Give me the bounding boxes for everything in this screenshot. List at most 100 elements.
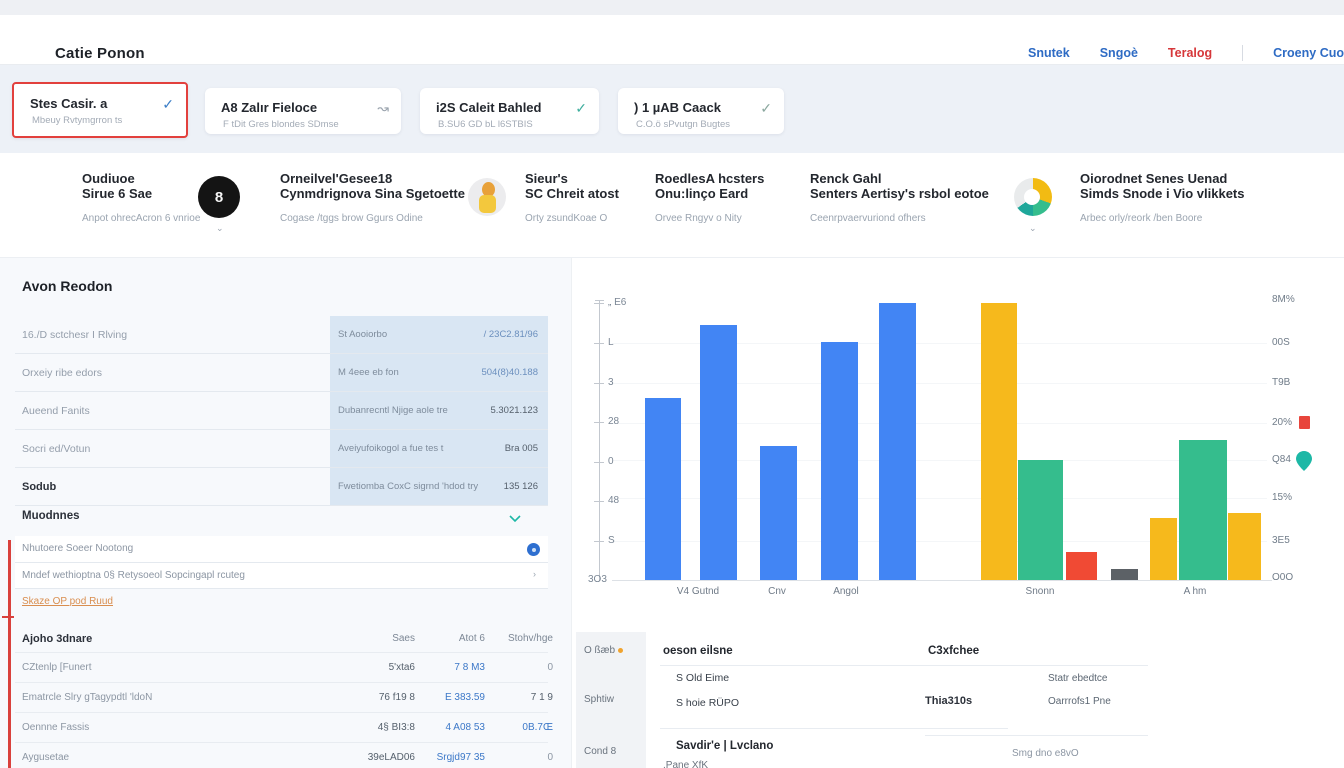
row-value: 504(8)40.188	[481, 354, 538, 392]
data-row-5: Sodub Fwetiomba CoxC sigrnd 'hdod try 13…	[15, 468, 548, 506]
feature-title-2: Senters Aertisy's rsbol eotoe	[810, 186, 989, 201]
chart-bar	[1179, 440, 1227, 580]
x-axis-line	[612, 580, 1272, 581]
feature-title: RoedlesA hcsters	[655, 171, 764, 186]
data-row-3: Aueend Fanits Dubanrecntl Njige aole tre…	[15, 392, 548, 430]
feature-item-3[interactable]: Sieur's SC Chreit atost Orty zsundKoae O	[525, 171, 619, 224]
row-key: Aveiyufoikogol a fue tes t	[338, 430, 443, 468]
nav-link-1[interactable]: Snutek	[1028, 46, 1070, 60]
cell: Aygusetae	[22, 743, 69, 768]
cell: 76 f19 8	[345, 683, 415, 713]
row-value: 135 126	[504, 468, 538, 506]
cell: 0	[495, 653, 553, 683]
feature-subtitle: Orty zsundKoae O	[525, 213, 619, 224]
row-label: Socri ed/Votun	[22, 430, 90, 468]
check-icon: ✓	[575, 100, 587, 117]
nav-divider	[1242, 45, 1243, 61]
bottom-middle-title: oeson eilsne	[663, 645, 733, 657]
chart-bar	[700, 325, 737, 580]
divider	[925, 665, 1148, 666]
cell: 0B.7Œ	[495, 713, 553, 743]
left-panel-title: Avon Reodon	[22, 278, 112, 294]
chevron-down-icon: ⌄	[1029, 223, 1037, 234]
feature-subtitle: Ceenrpvaervuriond ofhers	[810, 213, 989, 224]
row-value: Bra 005	[505, 430, 538, 468]
stat-card-1[interactable]: Stes Casir. a Mbeuy Rvtymgrron ts ✓	[12, 82, 188, 138]
y-axis-tick	[594, 501, 604, 502]
card-subtitle: B.SU6 GD bL l6STBIS	[438, 119, 533, 130]
nav-link-3[interactable]: Teralog	[1168, 46, 1212, 60]
card-title: Stes Casir. a	[30, 96, 107, 111]
rail-item-3[interactable]: Cond 8	[584, 746, 616, 757]
table-row: CZtenlp [Funert 5'xta6 7 8 M3 0	[15, 652, 548, 682]
cell: 0	[495, 743, 553, 768]
badge-glyph: 8	[215, 189, 223, 206]
x-axis-label: A hm	[1150, 586, 1240, 597]
y-axis-label: L	[608, 337, 614, 348]
feature-title-2: Simds Snode i Vio vlikkets	[1080, 186, 1245, 201]
y-axis-tick	[594, 462, 604, 463]
rail-label: Cond 8	[584, 746, 616, 757]
nav-link-2[interactable]: Sngoè	[1100, 46, 1138, 60]
row-key: Fwetiomba CoxC sigrnd 'hdod try	[338, 468, 478, 506]
chevron-icon: ›	[533, 569, 536, 579]
pie-chart-icon[interactable]	[1014, 178, 1052, 216]
feature-item-2[interactable]: Orneilvel'Gesee18 Cynmdrignova Sina Sget…	[280, 171, 465, 224]
chevron-down-icon[interactable]	[508, 514, 522, 523]
cell: 39eLAD06	[345, 743, 415, 768]
feature-title-2: Sirue 6 Sae	[82, 186, 200, 201]
row-value: / 23C2.81/96	[484, 316, 538, 354]
chevron-down-icon: ⌄	[216, 223, 224, 234]
top-nav: Snutek Sngoè Teralog Croeny Cuo	[1028, 45, 1344, 61]
cell: Ematrcle Slry gTagypdtl 'ldoN	[22, 683, 152, 713]
table-row: Oennne Fassis 4§ BI3:8 4 A08 53 0B.7Œ	[15, 712, 548, 742]
section-item-label: Nhutoere Soeer Nootong	[22, 536, 133, 562]
y-axis-label: S	[608, 535, 615, 546]
feature-item-1[interactable]: Oudiuoe Sirue 6 Sae Anpot ohrecAcron 6 v…	[82, 171, 200, 224]
right-axis-label: 20%	[1272, 417, 1292, 428]
person-avatar-icon[interactable]	[468, 178, 506, 216]
section-item-1[interactable]: Nhutoere Soeer Nootong	[15, 536, 548, 563]
right-axis-label: 8M%	[1272, 294, 1295, 305]
y-axis-tick	[594, 541, 604, 542]
bottom-middle-subtitle: Savdir'e | Lvclano	[676, 740, 773, 752]
chart-bar	[1066, 552, 1097, 580]
rail-label: O ßæb	[584, 645, 615, 656]
stat-cards-band: Stes Casir. a Mbeuy Rvtymgrron ts ✓ A8 Z…	[0, 65, 1344, 153]
nav-link-4[interactable]: Croeny Cuo	[1273, 46, 1344, 60]
dashboard-root: Catie Ponon Snutek Sngoè Teralog Croeny …	[0, 0, 1344, 768]
number-8-badge-icon[interactable]: 8	[198, 176, 240, 218]
rail-item-1[interactable]: O ßæb	[584, 645, 623, 656]
detail-line: S Old Eime	[676, 672, 729, 684]
feature-title: Orneilvel'Gesee18	[280, 171, 465, 186]
feature-item-5[interactable]: Renck Gahl Senters Aertisy's rsbol eotoe…	[810, 171, 989, 224]
col-header: Atot 6	[420, 626, 485, 652]
row-label: Aueend Fanits	[22, 392, 90, 430]
bottom-right-title: C3xfchee	[928, 645, 979, 657]
feature-item-4[interactable]: RoedlesA hcsters Onu:linço Eard Orvee Rn…	[655, 171, 764, 224]
bar-chart: „ E6L328048S3O3V4 GutndCnvAngolSnonnA hm…	[572, 258, 1344, 620]
stat-card-3[interactable]: i2S Caleit Bahled B.SU6 GD bL l6STBIS ✓	[420, 88, 599, 134]
yellow-dot-icon	[618, 648, 623, 653]
rail-item-2[interactable]: Sphtiw	[584, 694, 614, 705]
card-title: A8 Zalır Fieloce	[221, 100, 317, 115]
avatar-body	[479, 195, 496, 213]
feature-title: Sieur's	[525, 171, 619, 186]
card-title: i2S Caleit Bahled	[436, 100, 541, 115]
section-item-2[interactable]: Mndef wethioptna 0§ Retysoeol Sopcingapl…	[15, 563, 548, 589]
stat-card-4[interactable]: ) 1 µAB Caack C.O.ö sPvutgn Bugtes ✓	[618, 88, 784, 134]
top-strip	[0, 0, 1344, 15]
squiggle-arrow-icon: ↝	[377, 100, 389, 117]
red-annotation-line	[8, 540, 11, 768]
divider	[660, 728, 1008, 729]
app-header: Catie Ponon Snutek Sngoè Teralog Croeny …	[0, 15, 1344, 65]
see-report-link[interactable]: Skaze OP pod Ruud	[22, 596, 113, 607]
x-axis-label: Snonn	[995, 586, 1085, 597]
detail-line: S hoie RÜPO	[676, 697, 739, 709]
feature-item-6[interactable]: Oiorodnet Senes Uenad Simds Snode i Vio …	[1080, 171, 1245, 224]
col-header: Saes	[345, 626, 415, 652]
stat-card-2[interactable]: A8 Zalır Fieloce F tDit Gres blondes SDm…	[205, 88, 401, 134]
row-key: St Aooiorbo	[338, 316, 387, 354]
data-row-4: Socri ed/Votun Aveiyufoikogol a fue tes …	[15, 430, 548, 468]
bottom-left-rail: O ßæb Sphtiw Cond 8	[576, 632, 646, 768]
